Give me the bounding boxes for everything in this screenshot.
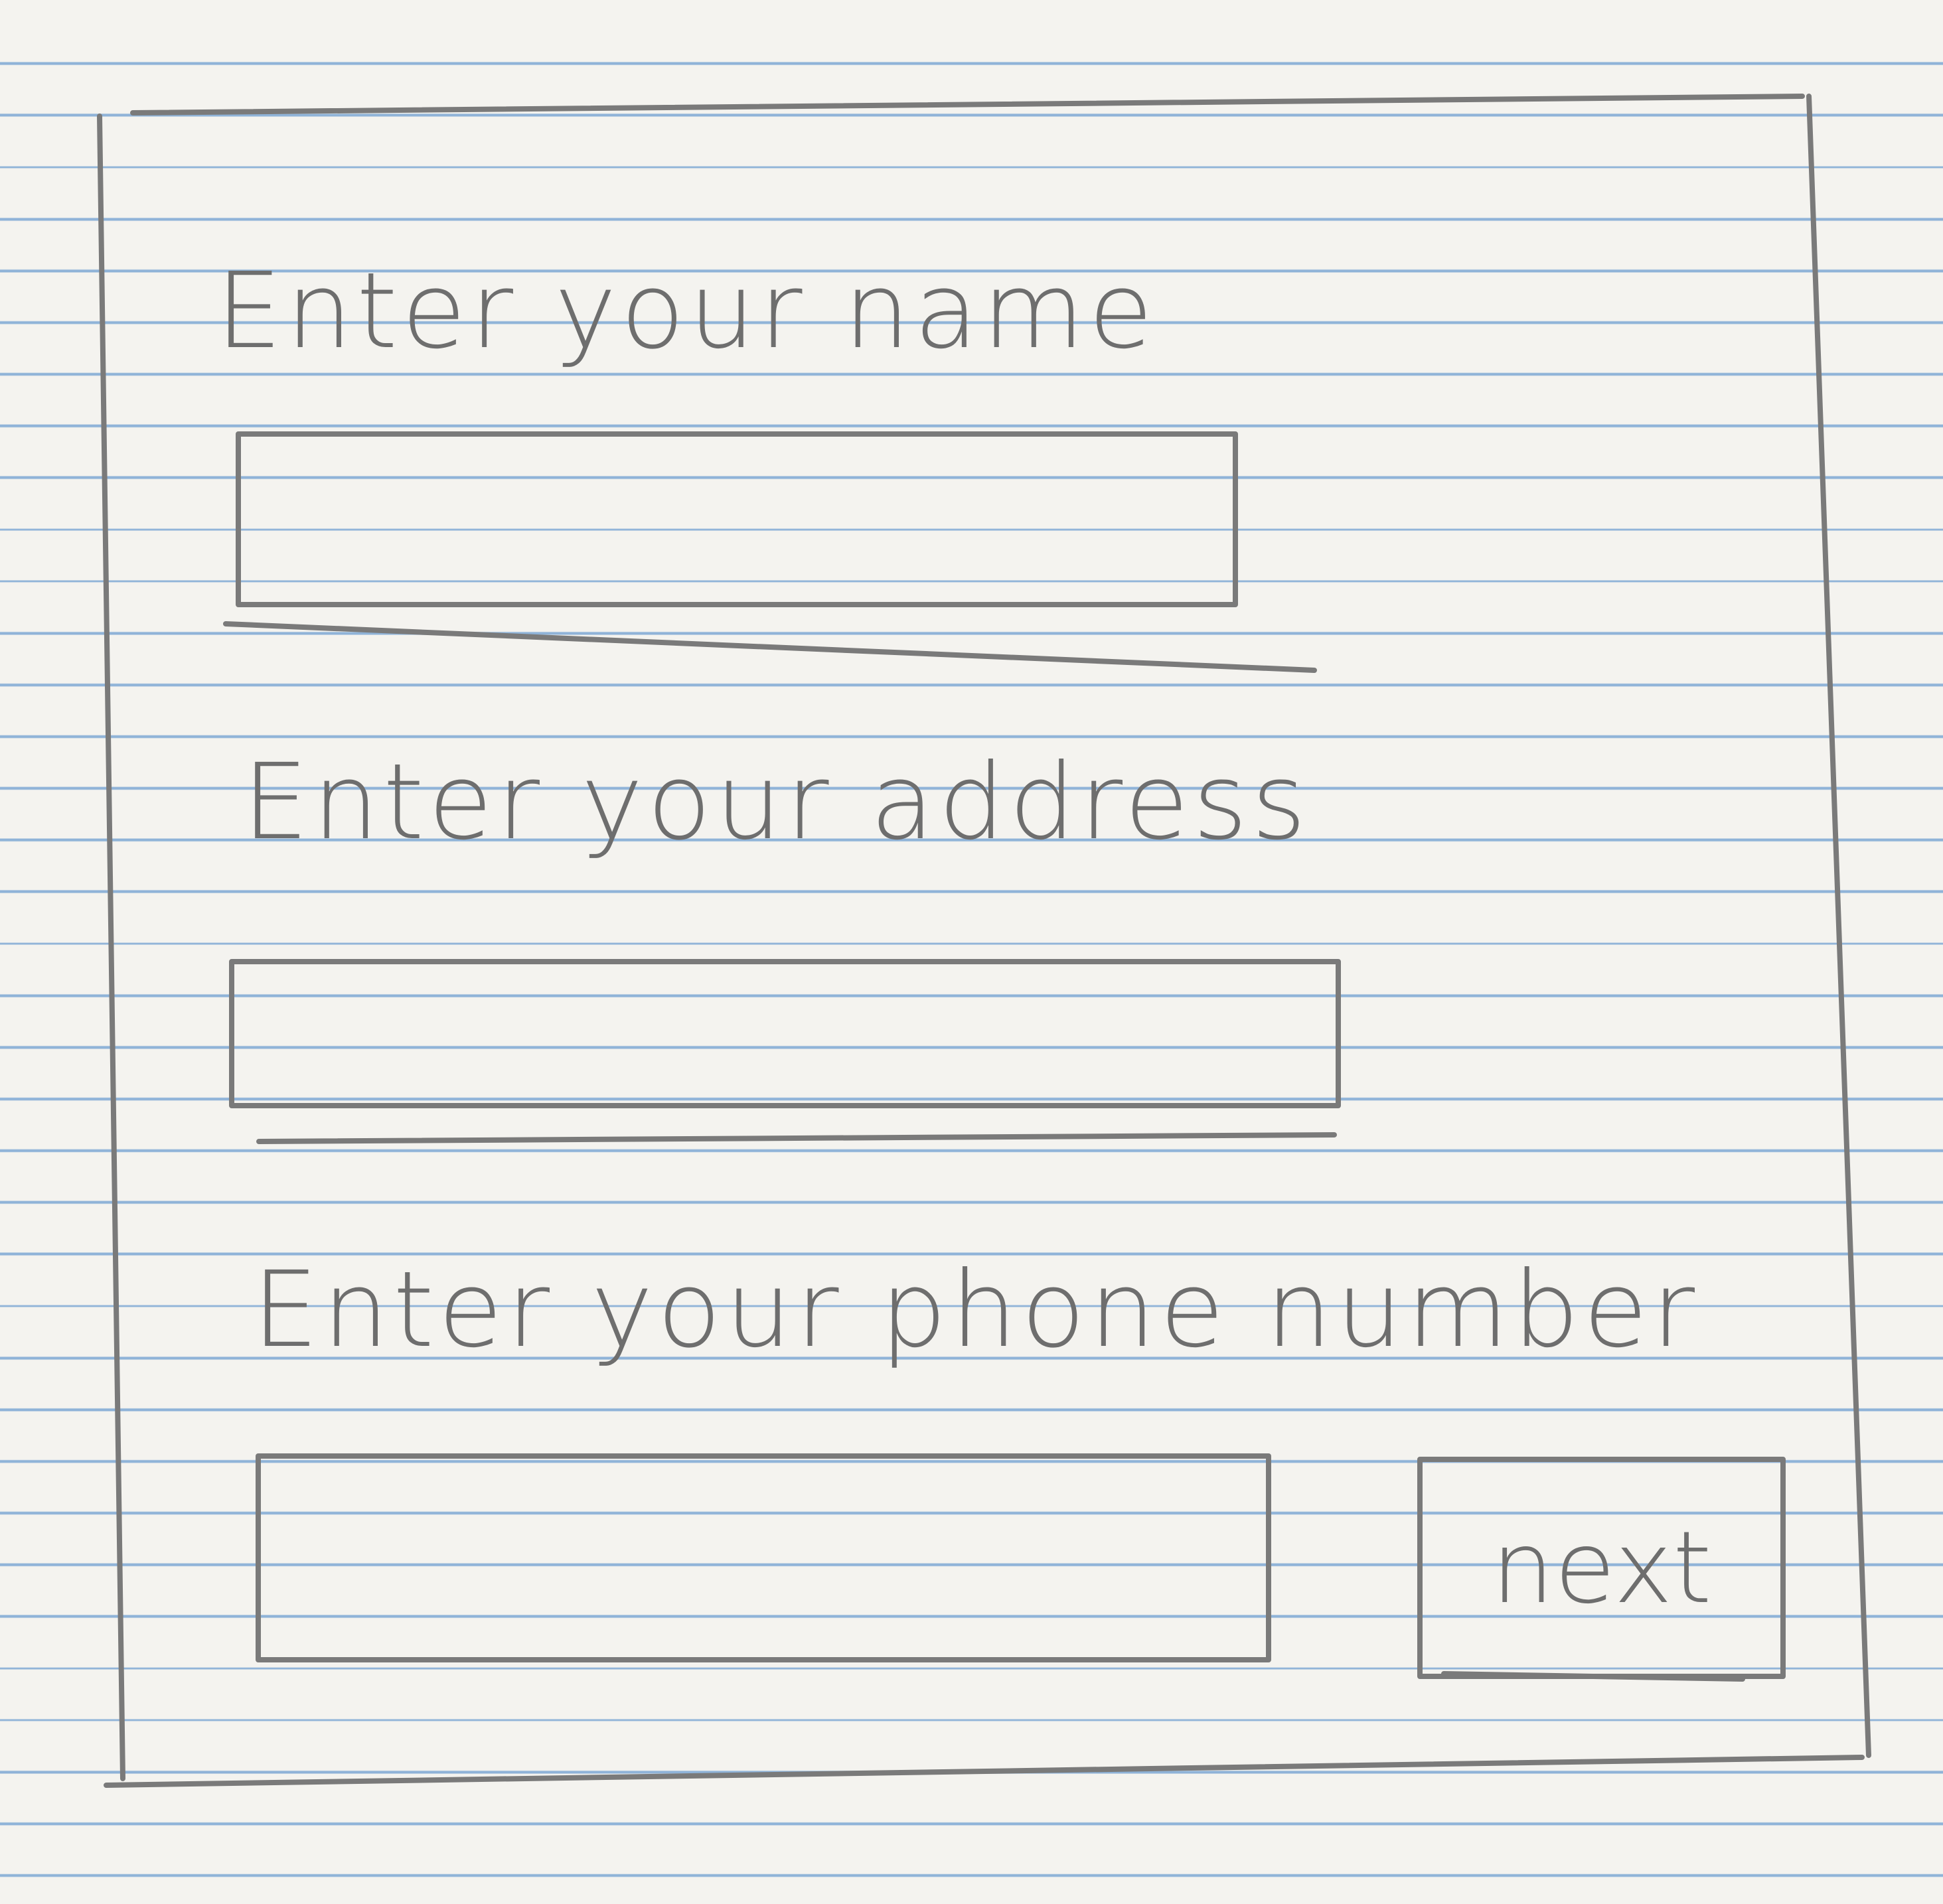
- address-label: Enter your address: [242, 741, 1310, 863]
- next-button[interactable]: next: [1417, 1457, 1786, 1679]
- phone-number-input[interactable]: [256, 1453, 1271, 1662]
- phone-number-label: Enter your phone number: [252, 1249, 1699, 1371]
- name-input[interactable]: [236, 431, 1238, 607]
- name-label: Enter your name: [216, 250, 1157, 372]
- address-input[interactable]: [229, 959, 1341, 1108]
